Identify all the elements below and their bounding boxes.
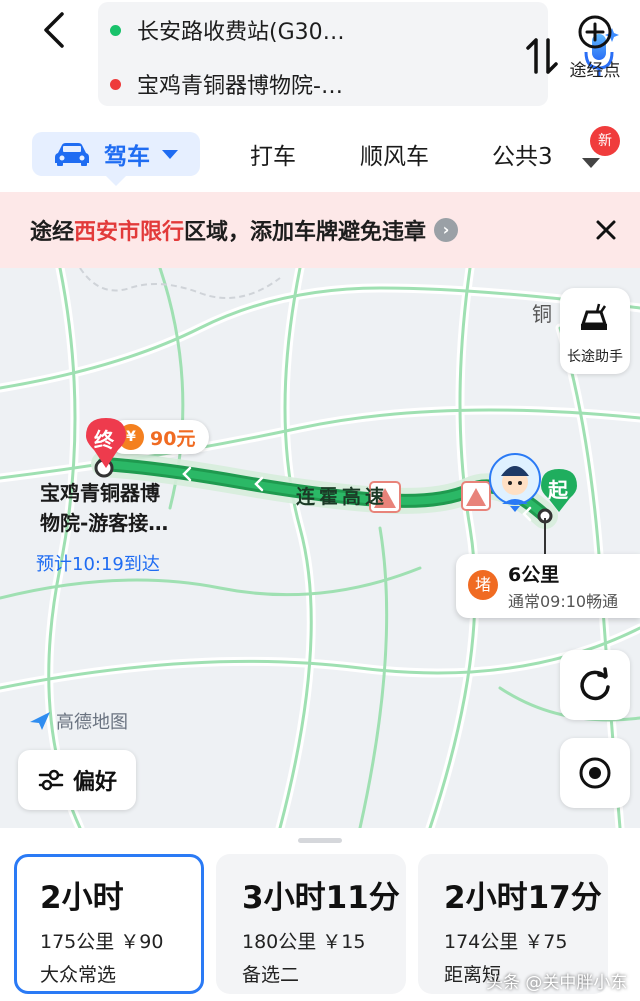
route-distance-cost: 174公里 ￥75 bbox=[444, 931, 568, 953]
tab-taxi-label: 打车 bbox=[250, 144, 296, 170]
user-avatar bbox=[488, 452, 542, 514]
back-button[interactable] bbox=[34, 8, 78, 52]
tab-taxi[interactable]: 打车 bbox=[250, 132, 296, 176]
locate-button[interactable] bbox=[560, 738, 630, 808]
tab-carpool[interactable]: 顺风车 bbox=[360, 132, 429, 176]
amap-logo: 高德地图 bbox=[28, 708, 128, 734]
destination-field[interactable]: 宝鸡青铜器博物院-… bbox=[110, 64, 343, 104]
tab-public-transit-label: 公共3 bbox=[492, 144, 553, 170]
destination-marker[interactable]: 终 bbox=[84, 416, 128, 470]
destination-text: 宝鸡青铜器博物院-… bbox=[137, 74, 343, 99]
waypoint-label: 途经点 bbox=[569, 61, 621, 81]
map-view[interactable]: 长途助手 铜 ¥ 90元 终 宝鸡青铜器博 物院-游客接… 预计10:19到达 … bbox=[0, 268, 640, 828]
new-badge: 新 bbox=[590, 126, 620, 156]
locate-icon bbox=[579, 757, 611, 789]
destination-dot-icon bbox=[110, 78, 121, 90]
restriction-banner[interactable]: 途经 西安市限行 区域，添加车牌避免违章 › bbox=[0, 192, 640, 268]
plus-circle-icon bbox=[578, 15, 612, 49]
jam-pointer bbox=[544, 518, 546, 554]
tab-drive-label: 驾车 bbox=[104, 144, 150, 170]
destination-name: 宝鸡青铜器博 物院-游客接… bbox=[40, 478, 168, 538]
watermark: 头条 @关中胖小东 bbox=[486, 973, 628, 993]
banner-prefix: 途经 bbox=[30, 220, 75, 245]
route-input-box: 长安路收费站(G30… 宝鸡青铜器博物院-… bbox=[98, 2, 619, 106]
route-time: 2小时 bbox=[40, 880, 124, 916]
banner-highlight: 西安市限行 bbox=[74, 220, 185, 245]
banner-close-button[interactable] bbox=[590, 214, 622, 246]
destination-pin-text: 终 bbox=[94, 428, 114, 452]
origin-dot-icon bbox=[110, 24, 121, 36]
chevron-down-icon bbox=[162, 149, 178, 159]
amap-logo-icon bbox=[30, 712, 50, 730]
destination-name-line2: 物院-游客接… bbox=[40, 511, 169, 535]
preference-label: 偏好 bbox=[72, 770, 117, 795]
refresh-icon bbox=[580, 667, 610, 701]
traffic-jam-card[interactable]: 堵 6公里 通常09:10畅通 bbox=[456, 554, 640, 618]
helper-label: 长途助手 bbox=[567, 349, 623, 365]
jam-detail: 通常09:10畅通 bbox=[508, 592, 619, 611]
start-pin-text: 起 bbox=[548, 478, 568, 502]
city-label: 铜 bbox=[532, 302, 552, 326]
tab-public-transit[interactable]: 公共3 bbox=[492, 132, 553, 176]
more-modes-button[interactable]: 新 bbox=[574, 126, 626, 182]
origin-text: 长安路收费站(G30… bbox=[137, 20, 345, 45]
sheet-drag-handle[interactable] bbox=[298, 838, 342, 843]
chevron-right-icon: › bbox=[434, 218, 459, 242]
tab-drive[interactable]: 驾车 bbox=[32, 132, 200, 186]
close-icon bbox=[596, 220, 616, 240]
route-tag: 大众常选 bbox=[40, 964, 117, 986]
long-trip-helper-button[interactable]: 长途助手 bbox=[560, 288, 630, 374]
route-distance-cost: 175公里 ￥90 bbox=[40, 931, 164, 953]
sliders-icon bbox=[38, 769, 64, 791]
start-marker[interactable]: 起 bbox=[540, 468, 578, 514]
eta-label: 预计10:19到达 bbox=[36, 554, 160, 575]
jam-tag: 堵 bbox=[468, 570, 498, 600]
route-time: 3小时11分 bbox=[242, 880, 400, 916]
refresh-button[interactable] bbox=[560, 650, 630, 720]
top-bar: 长安路收费站(G30… 宝鸡青铜器博物院-… 途经点 bbox=[0, 0, 640, 118]
back-arrow-icon bbox=[44, 12, 64, 48]
chevron-down-icon bbox=[582, 158, 600, 168]
road-name: 连霍高速 bbox=[296, 486, 389, 508]
car-assistant-icon bbox=[580, 303, 608, 330]
swap-icon bbox=[526, 38, 558, 74]
destination-name-line1: 宝鸡青铜器博 bbox=[40, 481, 160, 505]
jam-distance: 6公里 bbox=[508, 564, 560, 586]
banner-suffix: 区域，添加车牌避免违章 bbox=[184, 220, 427, 245]
toll-price: 90元 bbox=[150, 427, 196, 450]
preference-button[interactable]: 偏好 bbox=[18, 750, 136, 810]
origin-field[interactable]: 长安路收费站(G30… bbox=[110, 10, 345, 50]
transport-mode-tabs: 驾车 打车 顺风车 公共3 新 bbox=[0, 118, 640, 192]
route-tag: 备选二 bbox=[242, 964, 300, 986]
route-card-2[interactable]: 3小时11分 180公里 ￥15 备选二 bbox=[216, 854, 406, 994]
route-time: 2小时17分 bbox=[444, 880, 602, 916]
car-icon bbox=[55, 143, 89, 166]
avatar-icon bbox=[489, 453, 541, 512]
swap-button[interactable] bbox=[522, 32, 562, 80]
logo-text: 高德地图 bbox=[56, 712, 128, 733]
add-waypoint-button[interactable]: 途经点 bbox=[558, 10, 632, 90]
construction-icon bbox=[461, 481, 491, 511]
route-card-1[interactable]: 2小时 175公里 ￥90 大众常选 bbox=[14, 854, 204, 994]
route-options-sheet: 2小时 175公里 ￥90 大众常选 3小时11分 180公里 ￥15 备选二 … bbox=[0, 828, 640, 1001]
tab-carpool-label: 顺风车 bbox=[360, 144, 429, 170]
route-distance-cost: 180公里 ￥15 bbox=[242, 931, 366, 953]
